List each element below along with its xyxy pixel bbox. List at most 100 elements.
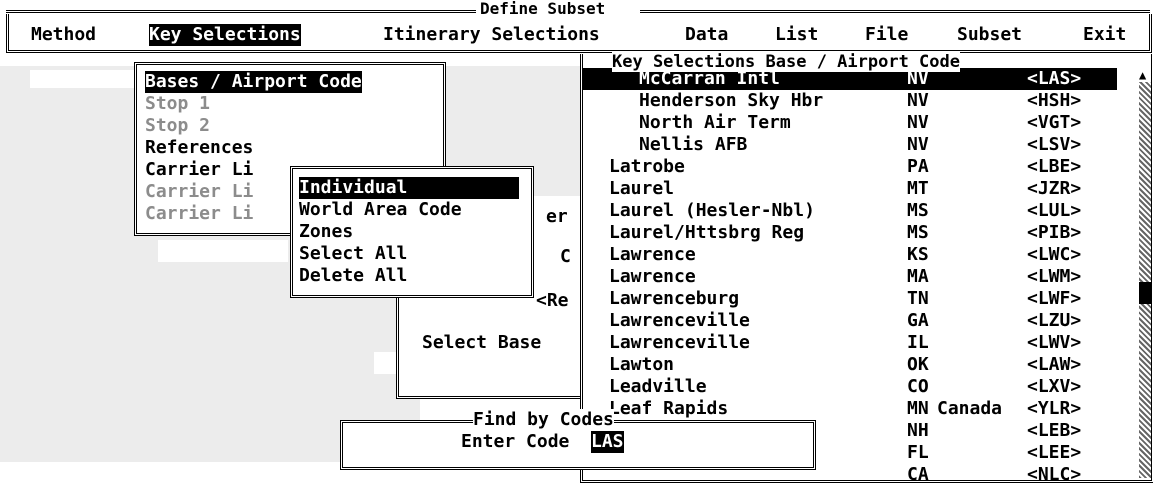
airport-row[interactable]: Laurel/Httsbrg Reg MS <PIB> [583, 222, 1117, 244]
menu-item-references[interactable]: References [145, 137, 253, 159]
airport-code-list: McCarran Intl NV <LAS> Henderson Sky Hbr NV <… [580, 54, 1153, 485]
airport-state: MT [907, 178, 929, 199]
airport-code: <YLR> [1027, 398, 1082, 419]
background-select-base: Select Base [422, 332, 542, 353]
scroll-up-icon[interactable]: ▲ [1139, 68, 1151, 82]
airport-row[interactable]: Leaf Rapids MN Canada <YLR> [583, 398, 1117, 420]
airport-code: <LBE> [1027, 156, 1082, 177]
find-title: Find by Codes [473, 409, 614, 431]
airport-state: NV [907, 90, 929, 111]
menu-subset[interactable]: Subset [957, 24, 1022, 46]
airport-code: <LSV> [1027, 134, 1082, 155]
menu-item-bases-airport-code[interactable]: Bases / Airport Code [145, 71, 362, 93]
airport-name: Lawrenceville [609, 310, 750, 331]
airport-row[interactable]: Lawrence KS <LWC> [583, 244, 1117, 266]
airport-code: <LEE> [1027, 442, 1082, 463]
airport-state: PA [907, 156, 929, 177]
airport-row[interactable]: Nellis AFB NV <LSV> [583, 134, 1117, 156]
airport-name: Henderson Sky Hbr [639, 90, 824, 111]
airport-row[interactable]: Lawrence MA <LWM> [583, 266, 1117, 288]
menu-item-stop-2[interactable]: Stop 2 [145, 115, 210, 137]
menu-exit[interactable]: Exit [1083, 24, 1126, 46]
background-fragment-er: er [546, 206, 568, 227]
airport-row[interactable]: Lawrenceburg TN <LWF> [583, 288, 1117, 310]
airport-code: <PIB> [1027, 222, 1082, 243]
airport-code: <JZR> [1027, 178, 1082, 199]
airport-state: MA [907, 266, 929, 287]
background-fragment-c: C [560, 246, 571, 267]
airport-name: Leadville [609, 376, 707, 397]
airport-name: Leaf Rapids [609, 398, 729, 419]
airport-name: Laurel [609, 178, 675, 199]
airport-code: <LZU> [1027, 310, 1082, 331]
airport-name: North Air Term [639, 112, 791, 133]
airport-name: Lawrence [609, 244, 696, 265]
menu-list[interactable]: List [775, 24, 818, 46]
airport-name: Laurel/Httsbrg Reg [609, 222, 805, 243]
background-fragment-re: <Re [536, 290, 569, 311]
menu-key-selections[interactable]: Key Selections [149, 24, 301, 46]
airport-country: Canada [937, 398, 1003, 419]
airport-list-title: Key Selections Base / Airport Code [612, 52, 960, 72]
airport-code: <LXV> [1027, 376, 1082, 397]
airport-code: <VGT> [1027, 112, 1082, 133]
airport-code: <LWM> [1027, 266, 1082, 287]
submenu-select-all[interactable]: Select All [299, 243, 407, 265]
bases-submenu: Individual World Area Code Zones Select … [290, 166, 534, 298]
airport-name: Latrobe [609, 156, 685, 177]
airport-code: <LAS> [1027, 68, 1082, 89]
menu-bar: Method Key Selections Itinerary Selectio… [6, 14, 1152, 53]
submenu-individual[interactable]: Individual [299, 177, 519, 199]
airport-row[interactable]: Latrobe PA <LBE> [583, 156, 1117, 178]
airport-state: FL [907, 442, 929, 463]
airport-code: <LWV> [1027, 332, 1082, 353]
menu-itinerary-selections[interactable]: Itinerary Selections [383, 24, 600, 46]
menu-data[interactable]: Data [685, 24, 728, 46]
airport-row[interactable]: Lawton OK <LAW> [583, 354, 1117, 376]
airport-state: MS [907, 222, 929, 243]
airport-row[interactable]: Laurel (Hesler-Nbl) MS <LUL> [583, 200, 1117, 222]
airport-row[interactable]: Henderson Sky Hbr NV <HSH> [583, 90, 1117, 112]
airport-code: <LWF> [1027, 288, 1082, 309]
menu-item-carrier-2[interactable]: Carrier Li [145, 181, 253, 203]
airport-state: TN [907, 288, 929, 309]
airport-code: <NLC> [1027, 464, 1082, 485]
airport-row[interactable]: North Air Term NV <VGT> [583, 112, 1117, 134]
menu-item-carrier-3[interactable]: Carrier Li [145, 203, 253, 225]
submenu-delete-all[interactable]: Delete All [299, 265, 407, 287]
airport-state: GA [907, 310, 929, 331]
airport-name: Nellis AFB [639, 134, 748, 155]
airport-state: IL [907, 332, 929, 353]
airport-row[interactable]: Lawrenceville IL <LWV> [583, 332, 1117, 354]
airport-code: <HSH> [1027, 90, 1082, 111]
airport-row[interactable]: Laurel MT <JZR> [583, 178, 1117, 200]
airport-code: <LWC> [1027, 244, 1082, 265]
menu-item-stop-1[interactable]: Stop 1 [145, 93, 210, 115]
background-strip [30, 70, 134, 88]
airport-row[interactable]: Leadville CO <LXV> [583, 376, 1117, 398]
airport-state: KS [907, 244, 929, 265]
menu-method[interactable]: Method [31, 24, 96, 46]
menu-file[interactable]: File [865, 24, 908, 46]
airport-state: MS [907, 200, 929, 221]
airport-name: Lawrenceburg [609, 288, 740, 309]
airport-state: NV [907, 112, 929, 133]
airport-state: OK [907, 354, 929, 375]
airport-code: <LUL> [1027, 200, 1082, 221]
airport-state: NV [907, 134, 929, 155]
airport-name: Lawton [609, 354, 675, 375]
airport-state: CO [907, 376, 929, 397]
airport-name: Laurel (Hesler-Nbl) [609, 200, 815, 221]
code-input[interactable]: LAS [591, 431, 624, 453]
airport-code: <LEB> [1027, 420, 1082, 441]
airport-row[interactable]: Lawrenceville GA <LZU> [583, 310, 1117, 332]
scrollbar-track[interactable] [1139, 68, 1151, 478]
submenu-world-area-code[interactable]: World Area Code [299, 199, 462, 221]
airport-state: CA [907, 464, 929, 485]
menu-item-carrier-1[interactable]: Carrier Li [145, 159, 253, 181]
scrollbar-thumb[interactable] [1139, 282, 1151, 304]
find-by-codes-dialog: Find by Codes Enter Code LAS [340, 409, 816, 470]
background-strip [158, 240, 288, 262]
airport-name: Lawrence [609, 266, 696, 287]
submenu-zones[interactable]: Zones [299, 221, 353, 243]
